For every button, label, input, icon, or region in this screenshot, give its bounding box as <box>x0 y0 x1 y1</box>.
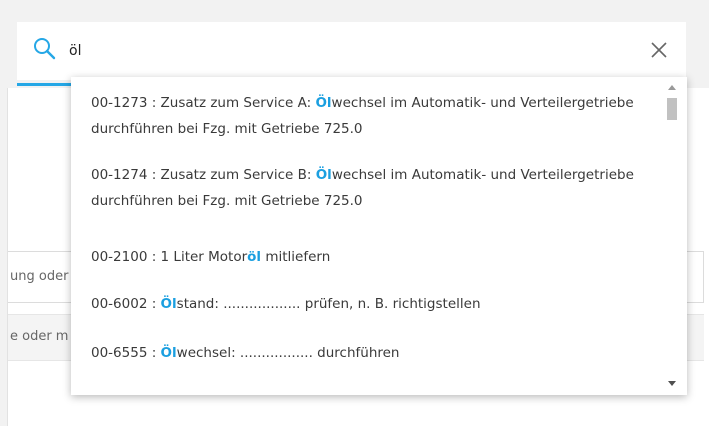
result-match-highlight: Öl <box>315 167 332 183</box>
result-match-highlight: Öl <box>160 296 177 312</box>
background-input-text-2: e oder m <box>10 329 69 344</box>
search-bar <box>17 22 686 80</box>
result-text: 00-6555 : <box>91 345 161 361</box>
results-list: 00-1273 : Zusatz zum Service A: Ölwechse… <box>71 77 661 395</box>
result-item[interactable]: 00-1274 : Zusatz zum Service B: Ölwechse… <box>91 162 656 214</box>
result-text: 00-6002 : <box>91 296 161 312</box>
result-item[interactable]: 00-6555 : Ölwechsel: ................. d… <box>91 340 656 366</box>
result-text: wechsel: ................. durchführen <box>176 345 400 361</box>
close-icon[interactable] <box>645 36 673 64</box>
result-text: mitliefern <box>261 249 331 265</box>
scroll-down-arrow-icon[interactable] <box>668 381 676 386</box>
result-match-highlight: Öl <box>160 345 177 361</box>
scroll-thumb[interactable] <box>667 98 677 120</box>
scrollbar[interactable] <box>663 77 681 395</box>
result-match-highlight: öl <box>247 249 262 265</box>
result-text: 00-1273 : Zusatz zum Service A: <box>91 95 316 111</box>
result-item[interactable]: 00-2100 : 1 Liter Motoröl mitliefern <box>91 244 656 270</box>
result-text: 00-1274 : Zusatz zum Service B: <box>91 167 316 183</box>
result-match-highlight: Öl <box>315 95 332 111</box>
result-text: stand: .................. prüfen, n. B. … <box>176 296 481 312</box>
search-icon <box>31 36 59 64</box>
result-item[interactable]: 00-6002 : Ölstand: .................. pr… <box>91 291 656 317</box>
autocomplete-dropdown: 00-1273 : Zusatz zum Service A: Ölwechse… <box>71 77 687 395</box>
result-text: 00-2100 : 1 Liter Motor <box>91 249 248 265</box>
search-input[interactable] <box>69 39 629 63</box>
result-item[interactable]: 00-1273 : Zusatz zum Service A: Ölwechse… <box>91 90 656 142</box>
scroll-up-arrow-icon[interactable] <box>668 85 676 90</box>
background-input-text: ung oder <box>10 269 69 284</box>
